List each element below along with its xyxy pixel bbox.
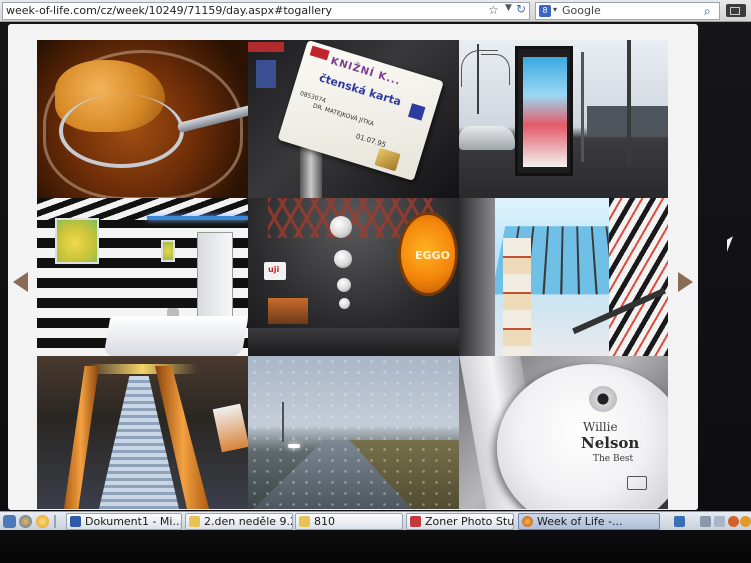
billboard bbox=[515, 46, 573, 176]
cd-artist-first: Willie bbox=[583, 420, 618, 434]
eggo-sign-text: EGGO bbox=[415, 249, 450, 262]
photo-atrium-skylight[interactable] bbox=[459, 198, 668, 356]
left-handrail bbox=[63, 366, 99, 509]
lantern bbox=[339, 298, 350, 309]
poster-column bbox=[503, 238, 531, 356]
card-date: 01.07.95 bbox=[354, 132, 387, 150]
search-icon[interactable]: ⌕ bbox=[704, 4, 711, 19]
monitor-bezel bbox=[0, 531, 751, 563]
photo-street-billboard[interactable] bbox=[459, 40, 668, 198]
word-icon bbox=[70, 516, 81, 527]
mouse-cursor-icon bbox=[727, 236, 733, 252]
taskbar: Dokument1 - Mi... 2.den neděle 9.2 810 Z… bbox=[0, 511, 751, 530]
taskbar-item-zoner[interactable]: Zoner Photo Stu... bbox=[406, 513, 514, 530]
shop-logo-text: uji bbox=[268, 265, 280, 274]
lantern bbox=[334, 250, 352, 268]
taskbar-separator bbox=[54, 515, 56, 528]
striped-wall bbox=[609, 198, 668, 356]
screen: week-of-life.com/cz/week/10249/71159/day… bbox=[0, 0, 751, 563]
taskbar-item-label: Zoner Photo Stu... bbox=[425, 515, 514, 528]
small-picture bbox=[161, 240, 175, 262]
card-blue-mark bbox=[407, 103, 426, 121]
quicklaunch-browser-icon[interactable] bbox=[19, 515, 32, 528]
zoner-photo-icon bbox=[410, 516, 421, 527]
sink bbox=[103, 316, 248, 356]
card-holder-name: DR. MATEJKOVÁ JITKA bbox=[311, 102, 375, 128]
taskbar-item-browser-active[interactable]: Week of Life -... bbox=[518, 513, 660, 530]
google-icon[interactable]: 8 bbox=[539, 5, 551, 17]
left-arrow-icon[interactable] bbox=[13, 272, 28, 292]
photo-shopping-arcade[interactable]: uji EGGO bbox=[248, 198, 459, 356]
quicklaunch-desktop-icon[interactable] bbox=[3, 515, 16, 528]
parked-car bbox=[459, 126, 515, 150]
photo-jam-spoon[interactable] bbox=[37, 40, 248, 198]
blue-panel bbox=[256, 60, 276, 88]
network-icon[interactable] bbox=[700, 516, 711, 527]
arcade-floor bbox=[248, 328, 459, 356]
bare-tree bbox=[461, 44, 517, 114]
photo-rainy-road[interactable] bbox=[248, 356, 459, 509]
lemon-picture bbox=[55, 218, 99, 264]
firefox-icon bbox=[522, 516, 533, 527]
compact-disc-logo-icon bbox=[627, 476, 647, 490]
folder-icon bbox=[299, 516, 310, 527]
antivirus-icon[interactable] bbox=[728, 516, 739, 527]
spoon-bowl bbox=[59, 94, 184, 168]
cd-artist-last: Nelson bbox=[581, 434, 640, 452]
lantern bbox=[337, 278, 351, 292]
photo-library-card[interactable]: KNIŽNÍ K... čtenská karta 0853074 DR. MA… bbox=[248, 40, 459, 198]
search-box[interactable]: 8 ▾ Google ⌕ bbox=[535, 2, 720, 20]
right-arrow-icon[interactable] bbox=[678, 272, 693, 292]
shop-window bbox=[268, 298, 308, 324]
sound-icon[interactable] bbox=[740, 516, 751, 527]
taskbar-item-label: Week of Life -... bbox=[537, 515, 623, 528]
quicklaunch-sun-icon[interactable] bbox=[36, 515, 49, 528]
bookmark-star-icon[interactable]: ☆ bbox=[488, 3, 499, 17]
search-input[interactable]: Google bbox=[562, 4, 601, 17]
billboard-poster bbox=[523, 57, 567, 167]
rain-drops bbox=[248, 356, 459, 509]
taskbar-item-folder-2den[interactable]: 2.den neděle 9.2 bbox=[185, 513, 293, 530]
lantern bbox=[330, 216, 352, 238]
photo-cd-disc[interactable]: Willie Nelson The Best bbox=[459, 356, 668, 509]
blue-light bbox=[147, 216, 248, 220]
card-hologram bbox=[374, 147, 401, 172]
web-page: KNIŽNÍ K... čtenská karta 0853074 DR. MA… bbox=[8, 24, 698, 510]
taskbar-item-label: Dokument1 - Mi... bbox=[85, 515, 182, 528]
taskbar-item-word[interactable]: Dokument1 - Mi... bbox=[66, 513, 182, 530]
address-bar[interactable]: week-of-life.com/cz/week/10249/71159/day… bbox=[2, 2, 530, 20]
taskbar-item-label: 2.den neděle 9.2 bbox=[204, 515, 293, 528]
window-menu-icon[interactable] bbox=[726, 4, 746, 17]
reload-icon[interactable]: ↻ bbox=[516, 2, 526, 16]
taskbar-item-folder-810[interactable]: 810 bbox=[295, 513, 403, 530]
street-lamp bbox=[581, 52, 584, 162]
eggo-sign: EGGO bbox=[398, 212, 458, 296]
engine-dropdown-icon[interactable]: ▾ bbox=[553, 5, 557, 14]
photo-escalator[interactable] bbox=[37, 356, 248, 509]
folder-icon bbox=[189, 516, 200, 527]
cd-hub bbox=[589, 386, 617, 412]
browser-toolbar: week-of-life.com/cz/week/10249/71159/day… bbox=[0, 0, 751, 22]
taskbar-item-label: 810 bbox=[314, 515, 335, 528]
history-dropdown-icon[interactable]: ▼ bbox=[505, 3, 512, 13]
cd-album-title: The Best bbox=[593, 454, 634, 464]
wall-advert bbox=[212, 403, 248, 453]
door bbox=[197, 232, 233, 322]
system-tray bbox=[670, 513, 751, 530]
language-icon[interactable] bbox=[674, 516, 685, 527]
card-logo-icon bbox=[309, 45, 330, 61]
red-sign bbox=[248, 42, 284, 52]
photo-gallery: KNIŽNÍ K... čtenská karta 0853074 DR. MA… bbox=[37, 40, 668, 509]
mail-icon[interactable] bbox=[714, 516, 725, 527]
shop-logo-sign: uji bbox=[264, 262, 286, 280]
photo-striped-bathroom[interactable] bbox=[37, 198, 248, 356]
pole bbox=[627, 40, 631, 165]
ceiling-lights bbox=[87, 364, 197, 374]
left-wall bbox=[459, 198, 495, 356]
